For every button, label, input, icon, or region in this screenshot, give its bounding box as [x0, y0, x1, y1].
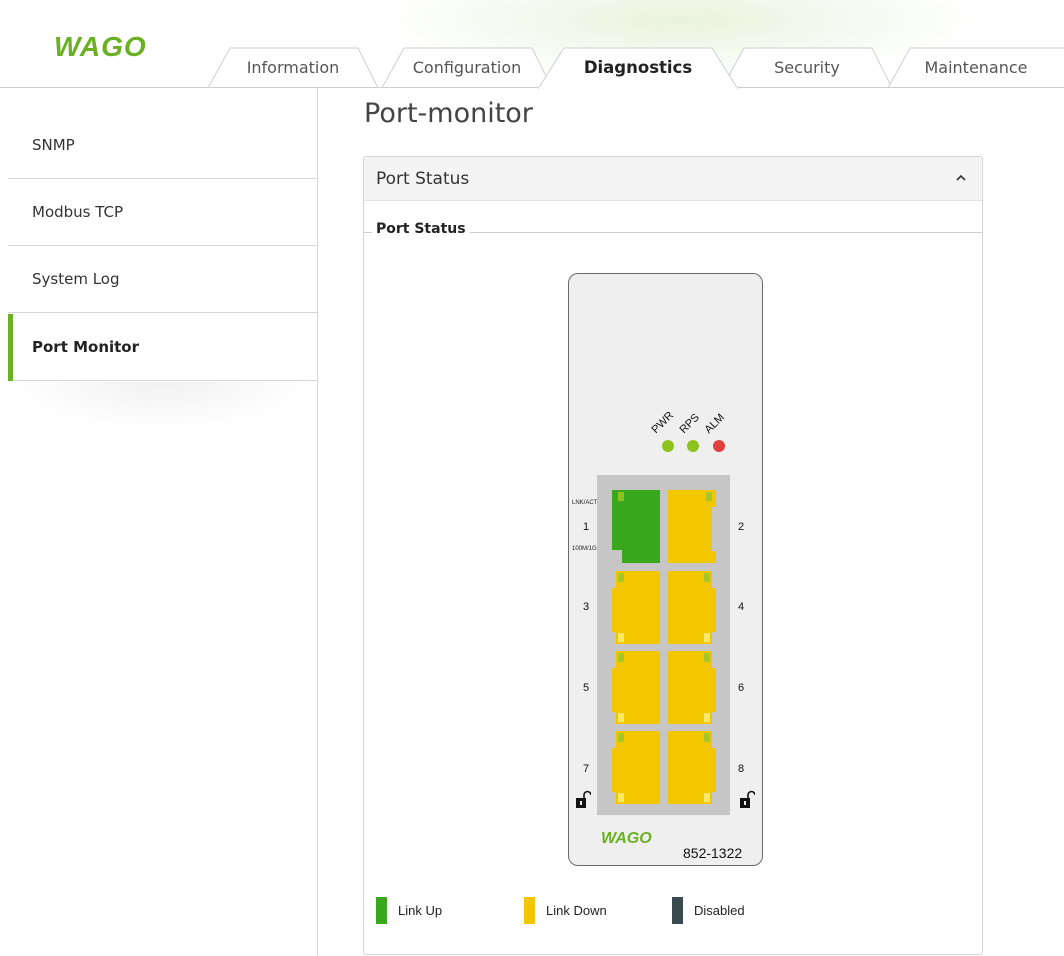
tab-label: Diagnostics — [583, 57, 693, 77]
device-wago-logo: WAGO — [601, 830, 652, 846]
port-number-6: 6 — [738, 682, 745, 694]
sidebar-item-system-log[interactable]: System Log — [8, 246, 318, 313]
port-number-7: 7 — [583, 763, 590, 775]
port-6[interactable] — [668, 651, 716, 724]
port-5[interactable] — [612, 651, 660, 724]
top-header: WAGO Information Configuration Security … — [0, 0, 1064, 89]
page-title: Port-monitor — [364, 98, 533, 129]
legend-swatch — [524, 897, 535, 924]
tab-security[interactable]: Security — [722, 46, 892, 88]
port-number-2: 2 — [738, 521, 745, 533]
legend-link-up: Link Up — [376, 897, 442, 924]
sidebar-item-modbus-tcp[interactable]: Modbus TCP — [8, 179, 318, 246]
legend-swatch — [376, 897, 387, 924]
tab-configuration[interactable]: Configuration — [382, 46, 552, 88]
port-number-3: 3 — [583, 601, 590, 613]
chevron-up-icon[interactable] — [954, 171, 968, 185]
wago-logo[interactable]: WAGO — [52, 32, 168, 62]
tabs-baseline — [0, 87, 1064, 88]
port-number-4: 4 — [738, 601, 745, 613]
tab-information[interactable]: Information — [208, 46, 378, 88]
legend-swatch — [672, 897, 683, 924]
device-model: 852-1322 — [683, 845, 743, 861]
pwr-led — [662, 440, 674, 452]
sidebar-item-port-monitor[interactable]: Port Monitor — [8, 314, 318, 381]
legend-label: Link Down — [546, 903, 607, 918]
sidebar-item-label: Port Monitor — [32, 338, 140, 356]
tab-diagnostics[interactable]: Diagnostics — [538, 46, 738, 89]
sidebar-item-label: System Log — [32, 270, 120, 288]
tab-label: Configuration — [412, 57, 522, 77]
tab-label: Security — [774, 57, 840, 77]
legend-disabled: Disabled — [672, 897, 745, 924]
rps-led — [687, 440, 699, 452]
panel-header[interactable]: Port Status — [364, 157, 982, 201]
speed-label: 100M/1G — [572, 546, 597, 552]
port-1[interactable] — [612, 490, 660, 563]
port-number-1: 1 — [583, 521, 590, 533]
fieldset-legend: Port Status — [372, 221, 470, 237]
port-number-5: 5 — [583, 682, 590, 694]
port-7[interactable] — [612, 731, 660, 804]
port-3[interactable] — [612, 571, 660, 644]
svg-text:WAGO: WAGO — [54, 32, 147, 62]
unlock-icon — [576, 790, 591, 808]
panel-header-title: Port Status — [376, 169, 470, 189]
legend-label: Link Up — [398, 903, 443, 918]
sidebar-item-label: SNMP — [32, 136, 75, 154]
unlock-icon — [740, 790, 755, 808]
legend-label: Disabled — [694, 903, 745, 918]
tab-label: Maintenance — [924, 57, 1028, 77]
sidebar-item-label: Modbus TCP — [32, 203, 124, 221]
lnk-act-label: LNK/ACT — [572, 500, 598, 506]
port-2[interactable] — [668, 490, 716, 563]
port-4[interactable] — [668, 571, 716, 644]
legend-link-down: Link Down — [524, 897, 607, 924]
port-8[interactable] — [668, 731, 716, 804]
sidebar-shadow — [10, 382, 310, 432]
port-number-8: 8 — [738, 763, 745, 775]
tab-maintenance[interactable]: Maintenance — [888, 46, 1064, 88]
alm-led — [713, 440, 725, 452]
tab-label: Information — [246, 57, 340, 77]
svg-text:WAGO: WAGO — [601, 830, 652, 846]
sidebar-item-snmp[interactable]: SNMP — [8, 112, 318, 179]
